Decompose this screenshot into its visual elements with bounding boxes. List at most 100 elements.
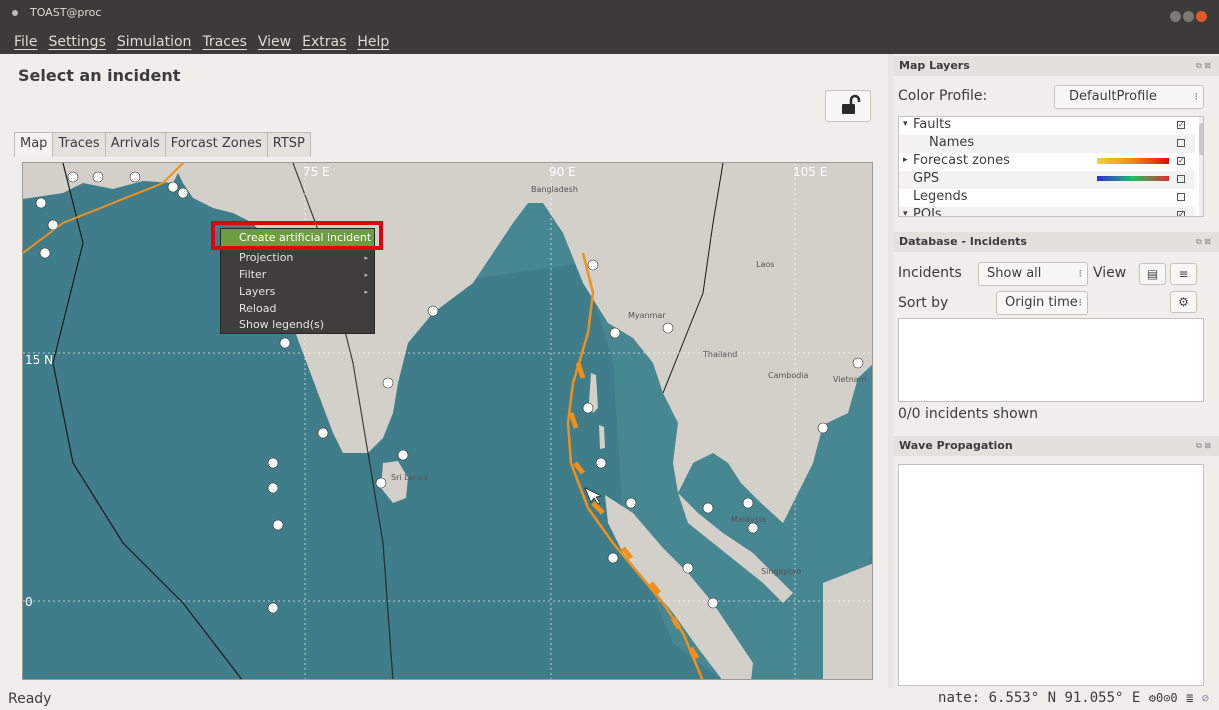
wave-propagation-header: Wave Propagation ⧉ ⊠ [894, 436, 1219, 456]
view-label: View [1093, 265, 1127, 281]
view-list-button[interactable]: ≡ [1170, 263, 1197, 285]
layer-label: Legends [913, 189, 968, 204]
menu-bar: File Settings Simulation Traces View Ext… [0, 30, 1219, 54]
incidents-filter-value: Show all [987, 266, 1042, 281]
menu-list-icon[interactable]: ≣ [1186, 691, 1193, 705]
layer-checkbox[interactable] [1177, 193, 1185, 201]
place-thailand: Thailand [703, 350, 738, 359]
color-profile-label: Color Profile: [898, 88, 988, 104]
main-area: Select an incident Map Traces Arrivals F… [0, 54, 888, 688]
layer-checkbox[interactable] [1177, 139, 1185, 147]
lon-label-75: 75 E [303, 165, 330, 179]
layer-checkbox[interactable]: ✓ [1177, 211, 1185, 216]
submenu-arrow-icon: ▸ [364, 271, 368, 279]
expander-icon[interactable]: ▾ [903, 119, 908, 129]
place-sri-lanka: Sri Lanka [391, 473, 428, 482]
menu-settings[interactable]: Settings [48, 34, 105, 50]
lock-button[interactable] [825, 90, 871, 122]
map-layers-list: ▾ Faults ✓ Names ▸ Forecast zones ✓ GPS … [898, 116, 1204, 217]
menu-view[interactable]: View [258, 34, 291, 50]
maximize-icon[interactable] [1183, 11, 1194, 22]
sort-select[interactable]: Origin time ⁝ [996, 291, 1088, 315]
gear-icon: ⚙ [1178, 295, 1189, 309]
tab-traces[interactable]: Traces [52, 132, 106, 157]
menu-item-reload[interactable]: Reload [239, 302, 276, 315]
menu-item-show-legends[interactable]: Show legend(s) [239, 318, 324, 331]
expander-icon[interactable]: ▾ [903, 209, 908, 216]
expander-icon[interactable]: ▸ [903, 155, 908, 165]
place-myanmar: Myanmar [628, 311, 666, 320]
map-canvas [23, 163, 872, 679]
window-title: TOAST@proc [30, 6, 102, 19]
color-profile-value: DefaultProfile [1069, 89, 1157, 104]
menu-simulation[interactable]: Simulation [117, 34, 192, 50]
panel-float-close-icon[interactable]: ⧉ ⊠ [1196, 436, 1211, 456]
layer-checkbox[interactable] [1177, 175, 1185, 183]
title-bar: TOAST@proc [0, 0, 1219, 30]
layer-label: Faults [913, 117, 951, 132]
list-icon: ▤ [1146, 267, 1159, 281]
status-bar: Ready nate: 6.553° N 91.055° E ⚙0⊙0 ≣ ⊘ [0, 688, 1219, 710]
layer-row-names[interactable]: Names [899, 135, 1195, 153]
layer-label: Forecast zones [913, 153, 1010, 168]
place-bangladesh: Bangladesh [531, 185, 578, 194]
unlock-icon [842, 94, 861, 114]
sort-value: Origin time [1005, 295, 1078, 310]
panel-float-close-icon[interactable]: ⧉ ⊠ [1196, 56, 1211, 76]
layer-label: Names [929, 135, 975, 150]
map-view[interactable]: 75 E 90 E 105 E 15 N 0 Bangladesh Myanma… [22, 162, 873, 680]
layers-scrollbar[interactable] [1199, 117, 1203, 216]
close-icon[interactable] [1196, 11, 1207, 22]
tab-forcast-zones[interactable]: Forcast Zones [164, 132, 268, 157]
menu-item-projection[interactable]: Projection [239, 251, 293, 264]
layer-row-forecast-zones[interactable]: ▸ Forecast zones ✓ [899, 153, 1195, 171]
tab-bar: Map Traces Arrivals Forcast Zones RTSP [14, 132, 311, 157]
list-icon: ≡ [1178, 267, 1189, 281]
menu-help[interactable]: Help [357, 34, 389, 50]
sort-by-label: Sort by [898, 295, 949, 311]
lon-label-105: 105 E [793, 165, 828, 179]
layer-row-gps[interactable]: GPS [899, 171, 1195, 189]
app-menu-icon[interactable] [12, 10, 18, 16]
page-title: Select an incident [18, 66, 181, 85]
tab-rtsp[interactable]: RTSP [266, 132, 311, 157]
layer-row-legends[interactable]: Legends [899, 189, 1195, 207]
sort-settings-button[interactable]: ⚙ [1170, 291, 1197, 313]
place-singapore: Singapore [761, 567, 802, 576]
tag-icon[interactable]: ⊘ [1202, 691, 1209, 705]
menu-item-filter[interactable]: Filter [239, 268, 266, 281]
lon-label-90: 90 E [549, 165, 576, 179]
view-compact-button[interactable]: ▤ [1139, 263, 1166, 285]
panel-float-close-icon[interactable]: ⧉ ⊠ [1196, 232, 1211, 252]
layer-checkbox[interactable]: ✓ [1177, 121, 1185, 129]
color-profile-select[interactable]: DefaultProfile ⁝ [1054, 85, 1204, 109]
scrollbar-thumb[interactable] [1199, 123, 1203, 155]
chevron-updown-icon: ⁝ [1078, 296, 1083, 309]
tab-arrivals[interactable]: Arrivals [104, 132, 166, 157]
wave-propagation-view[interactable] [898, 464, 1204, 686]
place-vietnam: Vietnam [833, 375, 867, 384]
lat-label-15n: 15 N [25, 353, 54, 367]
map-layers-header: Map Layers ⧉ ⊠ [894, 56, 1219, 76]
layer-row-pois[interactable]: ▾ POIs ✓ [899, 207, 1195, 217]
coordinate-readout: nate: 6.553° N 91.055° E ⚙0⊙0 ≣ ⊘ [938, 690, 1209, 706]
tab-map[interactable]: Map [14, 132, 54, 157]
menu-traces[interactable]: Traces [202, 34, 246, 50]
layer-label: POIs [913, 207, 942, 217]
incidents-label: Incidents [898, 265, 962, 281]
chevron-updown-icon: ⁝ [1194, 90, 1199, 103]
lat-label-0: 0 [25, 595, 33, 609]
layer-row-faults[interactable]: ▾ Faults ✓ [899, 117, 1195, 135]
menu-extras[interactable]: Extras [302, 34, 346, 50]
minimize-icon[interactable] [1170, 11, 1181, 22]
submenu-arrow-icon: ▸ [364, 288, 368, 296]
incidents-list[interactable] [898, 318, 1204, 402]
incidents-filter-select[interactable]: Show all ⁝ [978, 262, 1088, 286]
coordinate-text: nate: 6.553° N 91.055° E [938, 690, 1141, 706]
highlight-box [211, 221, 383, 250]
menu-item-layers[interactable]: Layers [239, 285, 275, 298]
layer-checkbox[interactable]: ✓ [1177, 157, 1185, 165]
place-malaysia: Malaysia [731, 515, 766, 524]
menu-file[interactable]: File [14, 34, 37, 50]
place-cambodia: Cambodia [768, 371, 809, 380]
